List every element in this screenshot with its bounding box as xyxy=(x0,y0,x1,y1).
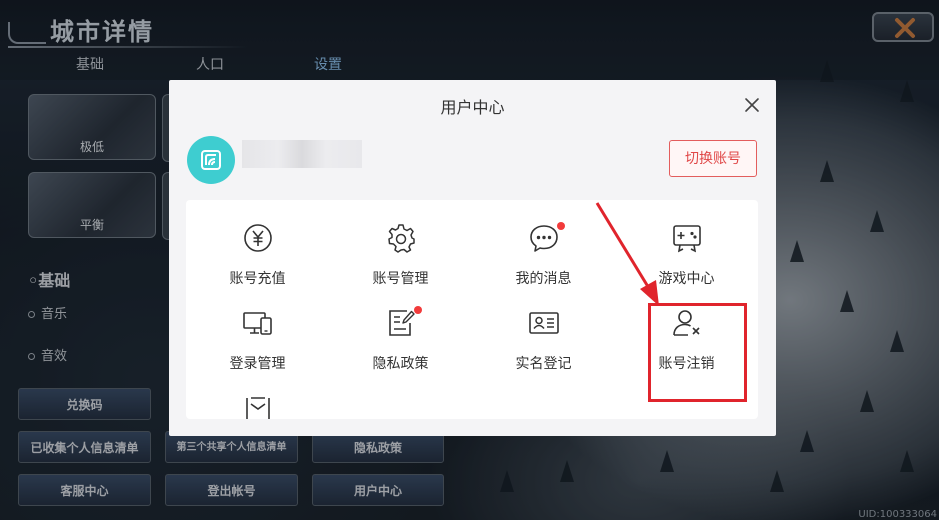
dialog-title: 用户中心 xyxy=(440,98,505,117)
menu-item-label: 实名登记 xyxy=(515,356,572,372)
chat-bubble-icon xyxy=(530,225,558,252)
devices-icon xyxy=(243,312,272,335)
document-edit-icon xyxy=(389,310,415,336)
menu-item-recharge[interactable]: 账号充值 xyxy=(186,200,329,287)
notification-badge xyxy=(557,222,565,230)
menu-item-account-management[interactable]: 账号管理 xyxy=(329,200,472,287)
avatar xyxy=(187,136,235,184)
mail-box-icon xyxy=(246,397,270,419)
notification-badge xyxy=(414,306,422,314)
menu-item-real-name[interactable]: 实名登记 xyxy=(472,285,615,372)
switch-account-button[interactable]: 切换账号 xyxy=(669,140,757,177)
username-masked xyxy=(242,140,362,168)
id-card-icon xyxy=(529,312,559,334)
app-logo-icon xyxy=(201,150,221,170)
menu-item-privacy-policy[interactable]: 隐私政策 xyxy=(329,285,472,372)
menu-item-game-center[interactable]: 游戏中心 xyxy=(615,200,758,287)
menu-item-login-management[interactable]: 登录管理 xyxy=(186,285,329,372)
gear-icon xyxy=(388,224,415,253)
menu-item-label: 隐私政策 xyxy=(372,356,429,372)
close-icon[interactable] xyxy=(743,96,761,114)
gamepad-icon xyxy=(673,225,701,253)
menu-item-messages[interactable]: 我的消息 xyxy=(472,200,615,287)
highlight-box xyxy=(648,303,747,402)
yuan-icon xyxy=(244,224,272,252)
menu-item-mailbox[interactable] xyxy=(186,370,329,419)
